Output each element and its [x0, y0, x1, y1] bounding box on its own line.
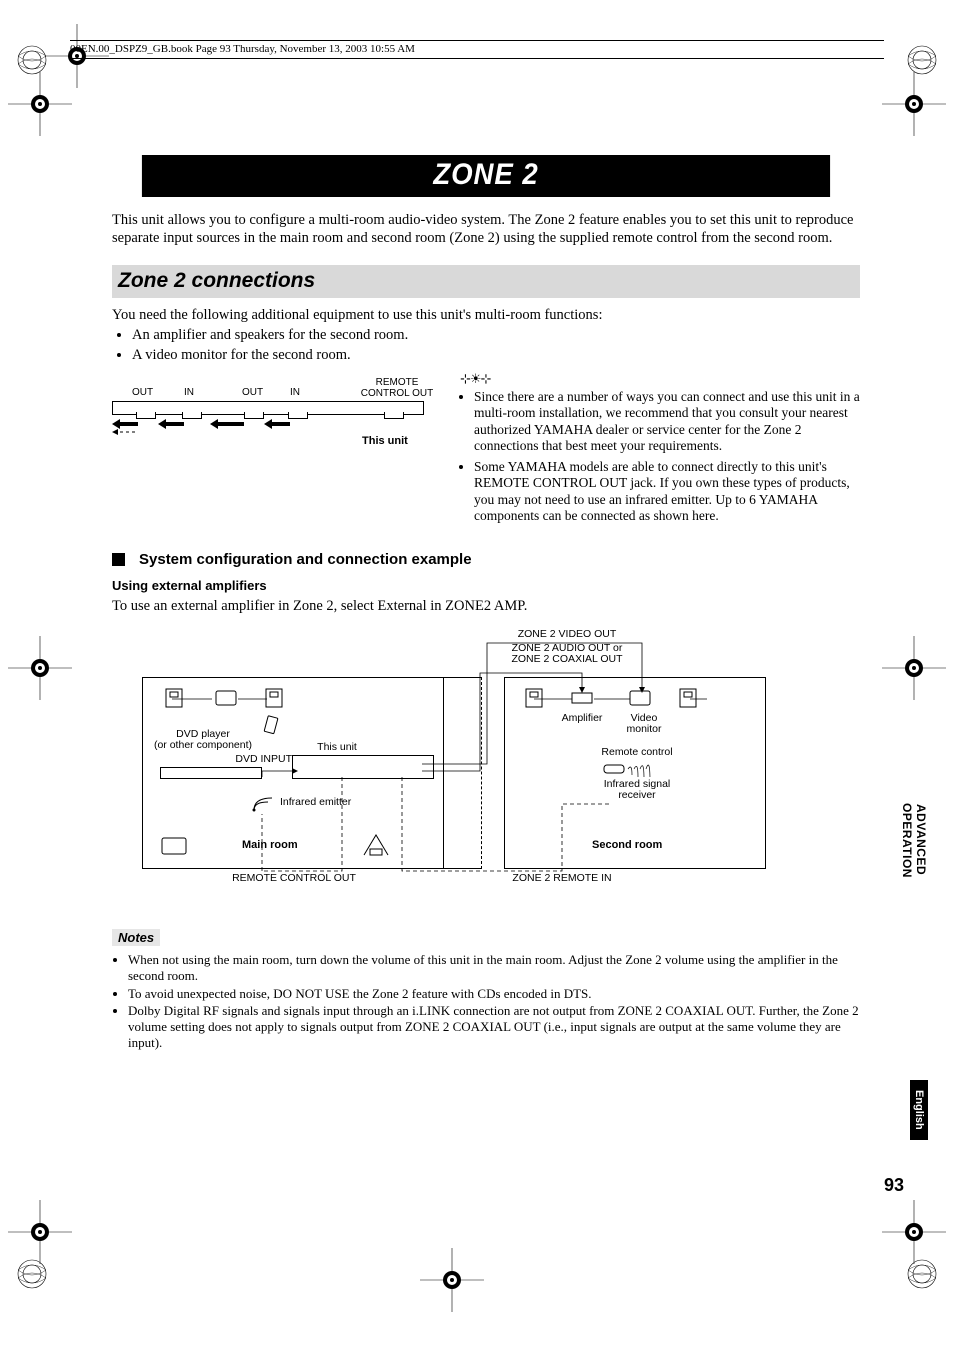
sub-body-text: To use an external amplifier in Zone 2, …	[112, 597, 860, 615]
sub-heading-text: System configuration and connection exam…	[139, 551, 472, 568]
system-diagram: ZONE 2 VIDEO OUT ZONE 2 AUDIO OUT or ZON…	[112, 629, 860, 909]
speaker-icon	[162, 687, 186, 709]
side-tab-english: English	[910, 1080, 928, 1140]
diagram-label: This unit	[307, 742, 367, 754]
list-item: To avoid unexpected noise, DO NOT USE th…	[128, 986, 860, 1002]
port-label: REMOTE CONTROL OUT	[357, 377, 437, 399]
side-tab-advanced: ADVANCED OPERATION	[900, 790, 928, 890]
page-number: 93	[884, 1175, 904, 1196]
speaker-icon	[262, 687, 286, 709]
section-heading: Zone 2 connections	[112, 265, 860, 298]
diagram-label: ZONE 2 REMOTE IN	[472, 873, 652, 885]
crosshair-icon	[8, 636, 72, 700]
content-area: ZONE 2 This unit allows you to configure…	[112, 155, 860, 1051]
page-title: ZONE 2	[142, 155, 830, 197]
sub-heading: System configuration and connection exam…	[112, 551, 860, 568]
list-item: A video monitor for the second room.	[132, 346, 860, 365]
speaker-icon	[522, 687, 546, 709]
diagram-caption: This unit	[362, 435, 408, 447]
arrow-left-icon	[264, 419, 292, 429]
tips-list: Since there are a number of ways you can…	[460, 389, 860, 525]
crosshair-icon	[882, 1200, 946, 1264]
port-label: OUT	[132, 387, 153, 398]
crosshair-icon	[882, 72, 946, 136]
tv-icon	[160, 834, 190, 856]
speaker-icon	[676, 687, 700, 709]
diagram-label: Infrared emitter	[280, 797, 380, 809]
need-text: You need the following additional equipm…	[112, 306, 860, 324]
diagram-label: ZONE 2 AUDIO OUT or ZONE 2 COAXIAL OUT	[482, 643, 652, 666]
dvd-device-icon	[160, 767, 262, 779]
monitor-icon	[628, 687, 652, 709]
diagram-label: Infrared signal receiver	[582, 779, 692, 802]
port-label: IN	[184, 387, 194, 398]
room-label: Second room	[592, 839, 662, 851]
arrow-left-icon	[158, 419, 186, 429]
ir-emitter-icon	[248, 792, 278, 812]
crosshair-icon	[420, 1248, 484, 1312]
amplifier-icon	[570, 687, 594, 709]
list-item: An amplifier and speakers for the second…	[132, 326, 860, 345]
equipment-list: An amplifier and speakers for the second…	[112, 326, 860, 365]
intro-text: This unit allows you to configure a mult…	[112, 211, 860, 247]
list-item: When not using the main room, turn down …	[128, 952, 860, 984]
header-text: 00EN.00_DSPZ9_GB.book Page 93 Thursday, …	[70, 43, 884, 58]
tip-icon: ⊹☀⊹	[460, 371, 860, 387]
diagram-label: Amplifier	[552, 713, 612, 725]
crosshair-icon	[8, 1200, 72, 1264]
square-bullet-icon	[112, 553, 125, 566]
remote-icon	[262, 715, 282, 735]
list-item: Some YAMAHA models are able to connect d…	[474, 459, 860, 525]
notes-list: When not using the main room, turn down …	[112, 952, 860, 1051]
wall-divider	[441, 677, 482, 869]
notes-heading: Notes	[112, 929, 160, 946]
this-unit-icon	[292, 755, 434, 779]
diagram-label: DVD INPUT	[212, 754, 292, 766]
list-item: Since there are a number of ways you can…	[474, 389, 860, 455]
diagram-label: DVD player (or other component)	[148, 729, 258, 752]
port-label: OUT	[242, 387, 263, 398]
room-label: Main room	[242, 839, 298, 851]
arrow-left-icon	[210, 419, 246, 429]
receiver-icon	[362, 829, 392, 857]
connection-diagram-1: OUT IN OUT IN REMOTE CONTROL OUT	[112, 377, 442, 457]
diagram-label: REMOTE CONTROL OUT	[204, 873, 384, 885]
diagram-label: Remote control	[582, 747, 692, 759]
remote-signal-icon	[602, 761, 662, 777]
diagram-label: ZONE 2 VIDEO OUT	[492, 629, 642, 641]
crosshair-icon	[882, 636, 946, 700]
page-frame: 00EN.00_DSPZ9_GB.book Page 93 Thursday, …	[70, 40, 884, 1053]
monitor-icon	[214, 687, 238, 709]
diagram-label: Video monitor	[616, 713, 672, 736]
dashed-arrow-icon	[112, 428, 140, 436]
list-item: Dolby Digital RF signals and signals inp…	[128, 1003, 860, 1051]
sub-sub-heading: Using external amplifiers	[112, 578, 860, 593]
port-label: IN	[290, 387, 300, 398]
